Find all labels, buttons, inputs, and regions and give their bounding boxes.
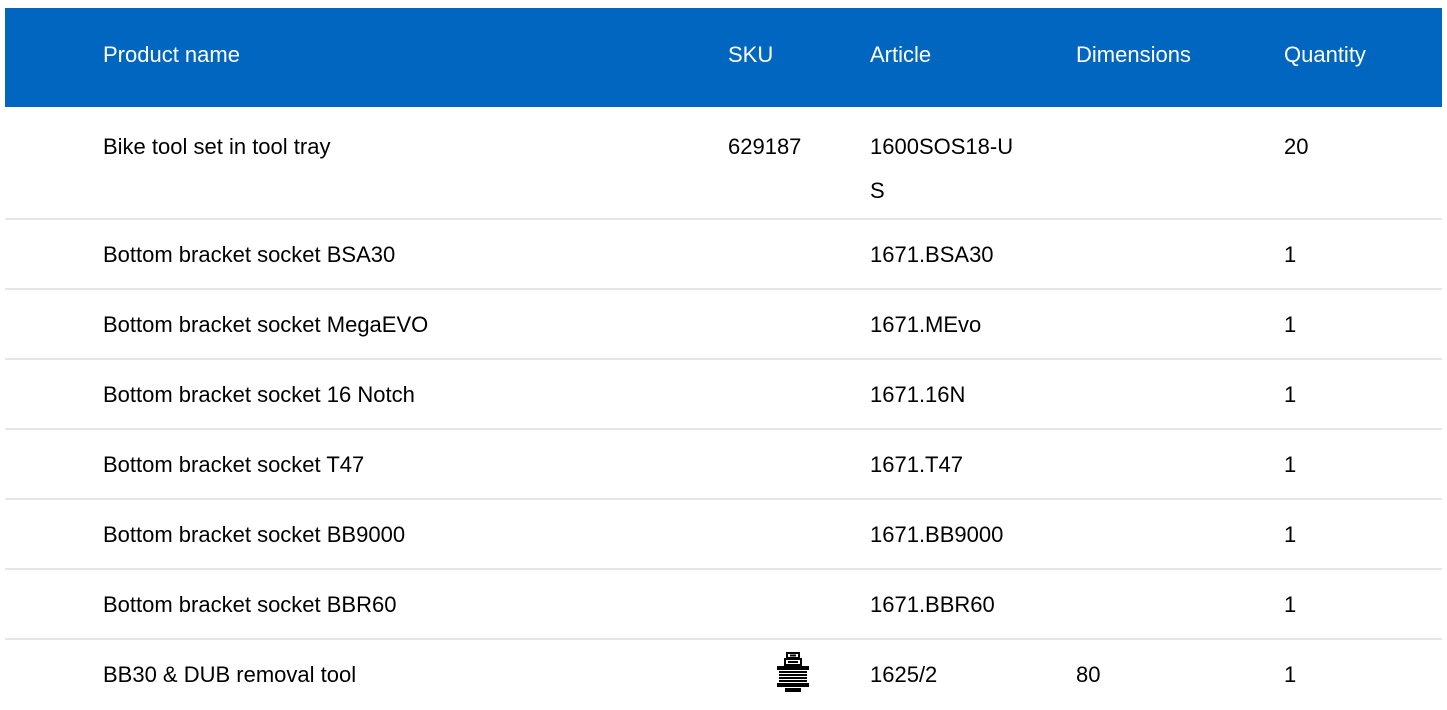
table-row: BB30 & DUB removal tool 1625/2 80 1 (5, 640, 1442, 710)
table-row: Bottom bracket socket 16 Notch 1671.16N … (5, 360, 1442, 430)
product-quantity: 1 (1284, 662, 1297, 687)
product-table: Product name SKU Article Dimensions Quan… (5, 8, 1442, 710)
table-row: Bottom bracket socket MegaEVO 1671.MEvo … (5, 290, 1442, 360)
product-article: 1671.BSA30 (870, 242, 994, 267)
product-article: 1671.BB9000 (870, 522, 1004, 547)
header-dimensions: Dimensions (1076, 42, 1191, 67)
product-quantity: 1 (1284, 522, 1297, 547)
product-article: 1671.BBR60 (870, 592, 995, 617)
product-name: Bottom bracket socket T47 (103, 452, 365, 477)
product-article: 1671.MEvo (870, 312, 982, 337)
product-quantity: 20 (1284, 134, 1309, 159)
header-product-name: Product name (103, 42, 240, 67)
table-row: Bottom bracket socket BSA30 1671.BSA30 1 (5, 220, 1442, 290)
header-sku: SKU (728, 42, 774, 67)
product-quantity: 1 (1284, 242, 1297, 267)
product-name: Bottom bracket socket BB9000 (103, 522, 406, 547)
table-header: Product name SKU Article Dimensions Quan… (5, 8, 1442, 107)
header-article: Article (870, 42, 932, 67)
product-name: BB30 & DUB removal tool (103, 662, 357, 687)
product-name: Bottom bracket socket BSA30 (103, 242, 396, 267)
product-name: Bottom bracket socket BBR60 (103, 592, 397, 617)
table-row: Bottom bracket socket T47 1671.T47 1 (5, 430, 1442, 500)
product-name: Bottom bracket socket MegaEVO (103, 312, 429, 337)
product-quantity: 1 (1284, 592, 1297, 617)
product-name: Bike tool set in tool tray (103, 134, 331, 159)
product-quantity: 1 (1284, 382, 1297, 407)
product-quantity: 1 (1284, 452, 1297, 477)
product-sku: 629187 (728, 134, 802, 159)
product-dimensions: 80 (1076, 662, 1101, 687)
removal-tool-icon (777, 652, 809, 692)
product-quantity: 1 (1284, 312, 1297, 337)
product-article: 1671.16N (870, 382, 966, 407)
product-name: Bottom bracket socket 16 Notch (103, 382, 415, 407)
product-article: 1600SOS18-US (870, 134, 1014, 203)
product-article: 1625/2 (870, 662, 938, 687)
table-row: Bottom bracket socket BB9000 1671.BB9000… (5, 500, 1442, 570)
product-article: 1671.T47 (870, 452, 963, 477)
table-row: Bike tool set in tool tray 629187 1600SO… (5, 107, 1442, 220)
header-quantity: Quantity (1284, 42, 1366, 67)
table-row: Bottom bracket socket BBR60 1671.BBR60 1 (5, 570, 1442, 640)
